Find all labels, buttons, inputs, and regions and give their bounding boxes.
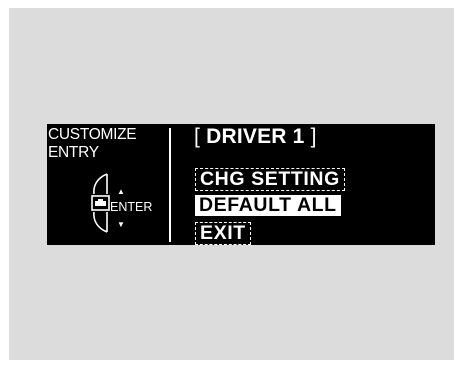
up-arrow-icon: ▲ [117,187,125,196]
driver-title: [ DRIVER 1 ] [194,125,317,149]
menu-item-exit[interactable]: EXIT [195,222,251,245]
customize-label: CUSTOMIZE [48,126,137,143]
enter-label: ENTER [110,200,153,214]
menu-item-default-all[interactable]: DEFAULT ALL [195,195,341,216]
open-bracket: [ [194,125,201,148]
close-bracket: ] [310,125,317,148]
menu-item-chg-setting[interactable]: CHG SETTING [195,168,345,191]
down-arrow-icon: ▼ [117,220,125,229]
driver-name: DRIVER 1 [206,125,305,148]
display-screen: CUSTOMIZE ENTRY ▲ ENTER ▼ [ DRIVER 1 ] C… [47,124,435,245]
illustration-frame: CUSTOMIZE ENTRY ▲ ENTER ▼ [ DRIVER 1 ] C… [9,8,454,360]
entry-label: ENTRY [48,144,99,161]
customize-entry-label: CUSTOMIZE ENTRY [48,126,137,162]
vertical-divider [169,128,171,242]
